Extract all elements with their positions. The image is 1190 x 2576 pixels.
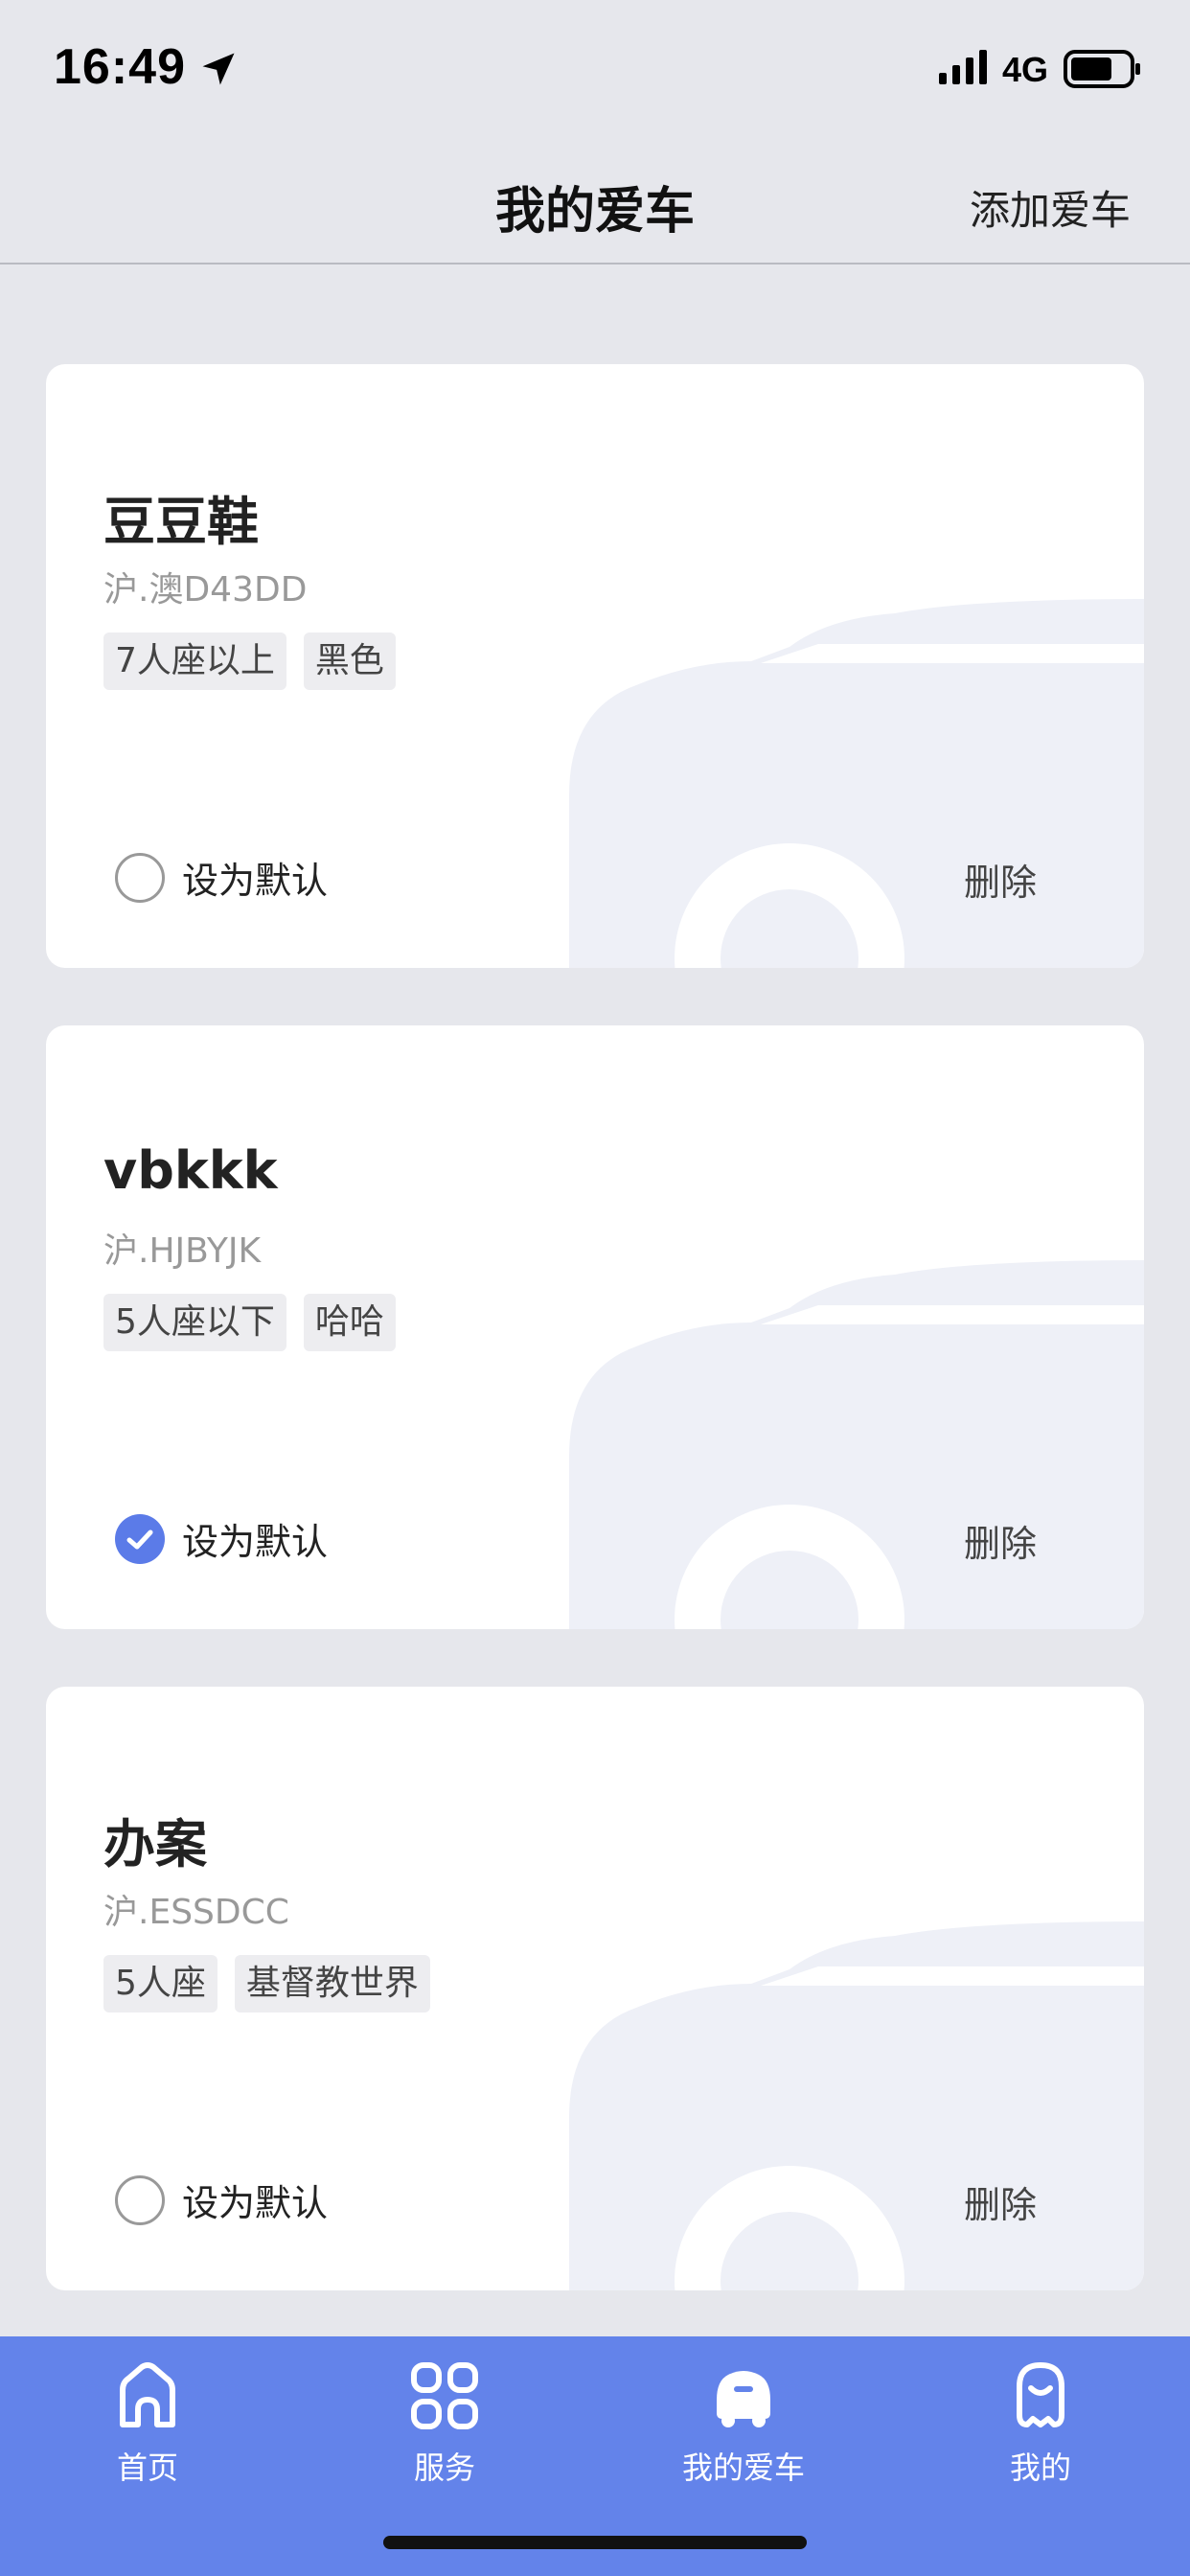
license-plate: 沪.ESSDCC (103, 1893, 289, 1932)
car-silhouette-icon (569, 599, 1144, 968)
status-time: 16:49 (54, 39, 186, 95)
car-tags: 5人座以下 哈哈 (103, 1294, 396, 1351)
radio-checked-icon[interactable] (115, 1513, 165, 1564)
delete-button[interactable]: 删除 (964, 853, 1037, 906)
radio-unchecked-icon[interactable] (115, 2174, 165, 2225)
set-default-toggle[interactable]: 设为默认 (115, 1512, 328, 1565)
car-card[interactable]: vbkkk 沪.HJBYJK 5人座以下 哈哈 设为默认 删除 (46, 1025, 1144, 1629)
tab-my-cars[interactable]: 我的爱车 (648, 2358, 839, 2488)
car-tag: 基督教世界 (234, 1955, 430, 2012)
car-tags: 5人座 基督教世界 (103, 1955, 430, 2012)
cellular-signal-icon (939, 50, 987, 84)
set-default-label: 设为默认 (182, 2182, 329, 2224)
car-card[interactable]: 办案 沪.ESSDCC 5人座 基督教世界 设为默认 删除 (46, 1687, 1144, 2290)
tab-home[interactable]: 首页 (52, 2358, 243, 2488)
status-bar: 16:49 4G (0, 0, 1190, 144)
network-type: 4G (1002, 50, 1049, 89)
car-icon (717, 2371, 770, 2427)
tab-my-cars-label: 我的爱车 (681, 2450, 805, 2486)
tab-services-label: 服务 (413, 2450, 475, 2486)
car-tag: 哈哈 (303, 1294, 396, 1351)
car-name: vbkkk (103, 1140, 278, 1201)
location-arrow-icon (202, 53, 235, 85)
car-card[interactable]: 豆豆鞋 沪.澳D43DD 7人座以上 黑色 设为默认 删除 (46, 364, 1144, 968)
car-name: 办案 (103, 1814, 207, 1874)
tab-services[interactable]: 服务 (349, 2358, 540, 2488)
car-tag: 5人座以下 (103, 1294, 286, 1351)
car-name: 豆豆鞋 (103, 492, 259, 552)
delete-button[interactable]: 删除 (964, 2175, 1037, 2228)
battery-icon (1064, 50, 1140, 88)
license-plate: 沪.HJBYJK (103, 1231, 262, 1271)
services-grid-icon (411, 2362, 478, 2429)
set-default-label: 设为默认 (182, 1521, 329, 1563)
add-car-button[interactable]: 添加爱车 (970, 178, 1131, 237)
nav-header: 我的爱车 添加爱车 (0, 144, 1190, 264)
home-icon (120, 2362, 175, 2427)
tab-profile[interactable]: 我的 (945, 2358, 1136, 2488)
car-silhouette-icon (569, 1921, 1144, 2290)
car-tag: 7人座以上 (103, 632, 286, 690)
home-indicator (383, 2536, 807, 2549)
set-default-label: 设为默认 (182, 860, 329, 902)
tab-profile-label: 我的 (1009, 2450, 1071, 2486)
car-tag: 黑色 (303, 632, 396, 690)
radio-unchecked-icon[interactable] (115, 852, 165, 903)
car-tags: 7人座以上 黑色 (103, 632, 396, 690)
tab-home-label: 首页 (116, 2450, 178, 2486)
profile-icon (1017, 2362, 1064, 2427)
set-default-toggle[interactable]: 设为默认 (115, 2174, 328, 2226)
set-default-toggle[interactable]: 设为默认 (115, 851, 328, 904)
car-tag: 5人座 (103, 1955, 217, 2012)
car-silhouette-icon (569, 1260, 1144, 1629)
license-plate: 沪.澳D43DD (103, 570, 308, 610)
delete-button[interactable]: 删除 (964, 1514, 1037, 1567)
